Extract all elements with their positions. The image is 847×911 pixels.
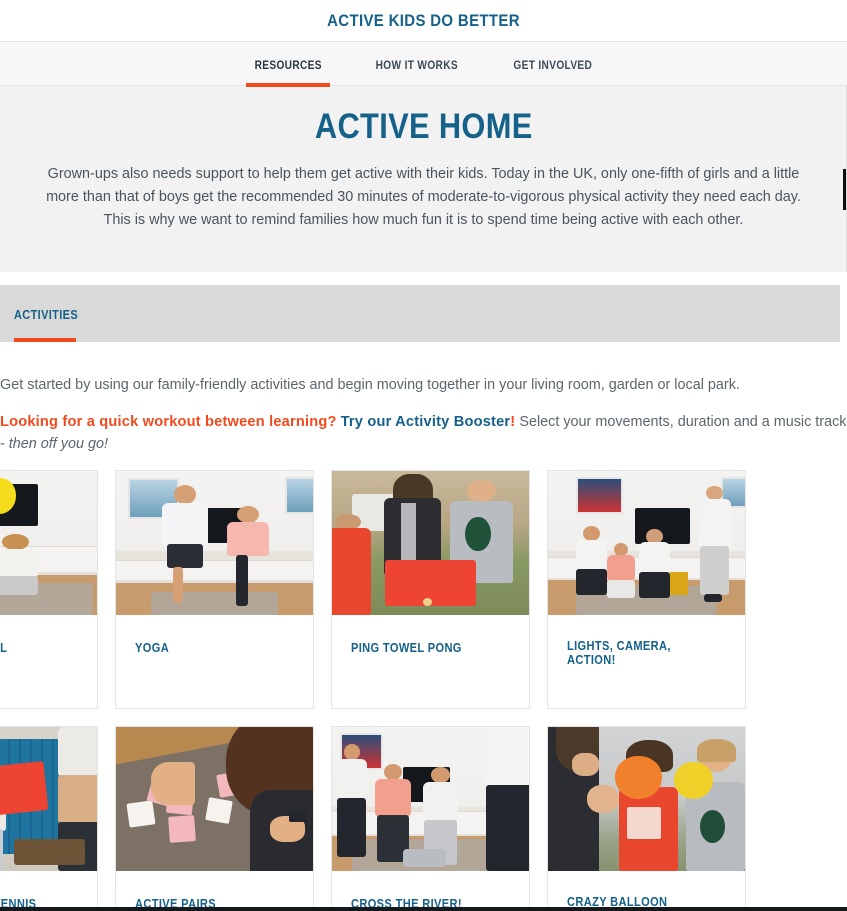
page-bottom-border	[0, 907, 847, 911]
intro-line-1: Get started by using our family-friendly…	[0, 377, 740, 393]
activity-booster-link[interactable]: Try our Activity Booster	[341, 414, 511, 430]
intro-line-2-italic: then off you go!	[8, 436, 109, 452]
activity-card-body: PING TOWEL PONG	[332, 615, 529, 708]
intro-copy: Get started by using our family-friendly…	[0, 342, 847, 455]
activity-card-title: YOGA	[135, 641, 170, 655]
brand-title: ACTIVE KIDS DO BETTER	[327, 11, 520, 30]
page-title: ACTIVE HOME	[314, 107, 533, 146]
activity-card-body: CRAZY BALLOON RACING	[548, 871, 745, 911]
activity-card[interactable]: PING TOWEL PONG	[331, 470, 530, 709]
activity-card-body: SLING SHOT TENNIS	[0, 871, 97, 911]
activity-photo-sling-shot-tennis	[0, 727, 97, 871]
tab-label: ACTIVITIES	[14, 308, 79, 322]
activity-photo-ping-towel-pong	[332, 471, 529, 615]
activity-photo-balloonball	[0, 471, 97, 615]
activity-photo-lights-camera-action	[548, 471, 745, 615]
nav-item-label: HOW IT WORKS	[375, 60, 459, 72]
hero-spacer	[0, 272, 847, 285]
vertical-scrollbar-thumb[interactable]	[843, 169, 846, 210]
activity-card-body: BALLOONBALL	[0, 615, 97, 708]
activity-card[interactable]: YOGA	[115, 470, 314, 709]
activity-card-body: ACTIVE PAIRS	[116, 871, 313, 911]
activity-booster-prompt: Looking for a quick workout between lear…	[0, 414, 337, 430]
nav-item-label: GET INVOLVED	[513, 60, 592, 72]
nav-item-resources[interactable]: RESOURCES	[228, 42, 348, 87]
nav-item-get-involved[interactable]: GET INVOLVED	[486, 42, 620, 87]
activity-card-body: LIGHTS, CAMERA, ACTION!	[548, 615, 745, 708]
activity-card-title: LIGHTS, CAMERA, ACTION!	[567, 639, 671, 667]
tab-active-underline	[14, 338, 76, 342]
activity-card-title: BALLOONBALL	[0, 641, 8, 655]
activity-photo-crazy-balloon-racing	[548, 727, 745, 871]
intro-line-2: Looking for a quick workout between lear…	[0, 411, 847, 455]
activity-card-title: PING TOWEL PONG	[351, 641, 462, 655]
site-header: ACTIVE KIDS DO BETTER	[0, 0, 847, 41]
activity-card-body: CROSS THE RIVER!	[332, 871, 529, 911]
vertical-scrollbar-track[interactable]	[843, 84, 847, 911]
nav-item-how-it-works[interactable]: HOW IT WORKS	[348, 42, 486, 87]
activity-card[interactable]: BALLOONBALL	[0, 470, 98, 709]
hero-section: ACTIVE HOME Grown-ups also needs support…	[0, 86, 847, 272]
main-navigation: RESOURCES HOW IT WORKS GET INVOLVED	[0, 41, 847, 87]
activity-photo-yoga	[116, 471, 313, 615]
activity-card[interactable]: LIGHTS, CAMERA, ACTION!	[547, 470, 746, 709]
activity-card[interactable]: CRAZY BALLOON RACING	[547, 726, 746, 911]
activity-photo-cross-the-river	[332, 727, 529, 871]
nav-active-underline	[245, 83, 331, 87]
activity-card-body: YOGA	[116, 615, 313, 708]
tab-strip: ACTIVITIES	[0, 285, 840, 342]
tab-activities[interactable]: ACTIVITIES	[14, 285, 87, 342]
hero-description: Grown-ups also needs support to help the…	[46, 166, 801, 228]
activity-card[interactable]: ACTIVE PAIRS	[115, 726, 314, 911]
activity-card[interactable]: SLING SHOT TENNIS	[0, 726, 98, 911]
activity-photo-active-pairs	[116, 727, 313, 871]
activity-card[interactable]: CROSS THE RIVER!	[331, 726, 530, 911]
activity-card-grid: BALLOONBALL	[0, 470, 847, 911]
nav-item-label: RESOURCES	[254, 60, 322, 72]
